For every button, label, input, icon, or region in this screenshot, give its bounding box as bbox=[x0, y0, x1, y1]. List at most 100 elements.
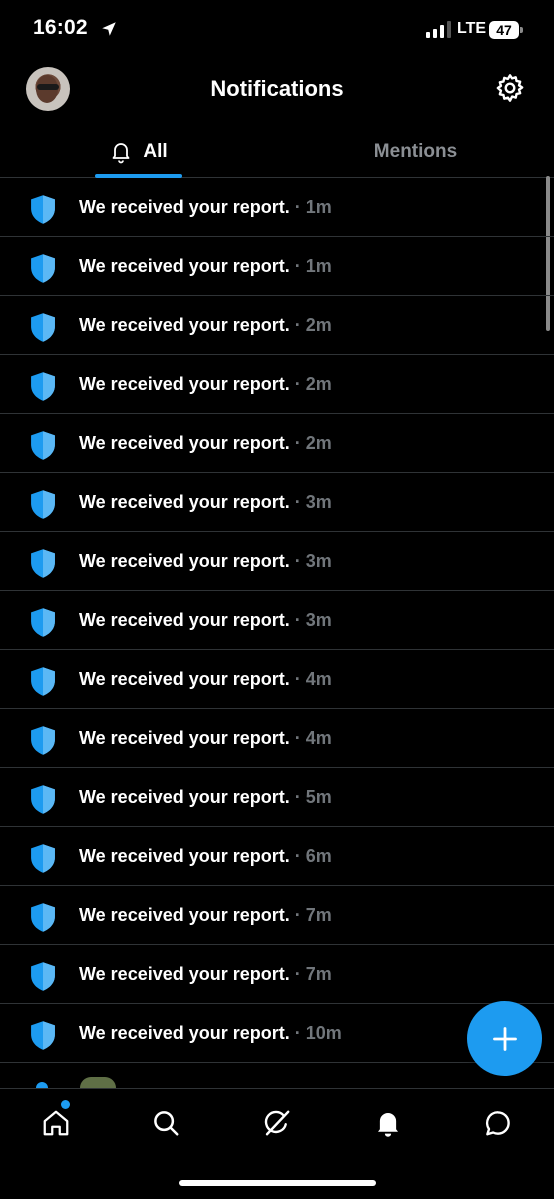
notification-message: We received your report. bbox=[79, 433, 290, 453]
notification-time: 10m bbox=[305, 1023, 342, 1043]
notification-text: We received your report. · 2m bbox=[79, 374, 332, 395]
signal-strength-icon bbox=[426, 21, 451, 38]
battery-level: 47 bbox=[496, 22, 512, 38]
tab-mentions[interactable]: Mentions bbox=[277, 126, 554, 178]
notification-time: 3m bbox=[305, 610, 332, 630]
network-type: LTE bbox=[457, 20, 487, 37]
notification-text: We received your report. · 3m bbox=[79, 492, 332, 513]
notification-row[interactable]: We received your report. · 1m bbox=[0, 178, 554, 237]
notification-row[interactable]: We received your report. · 2m bbox=[0, 296, 554, 355]
location-arrow-icon bbox=[102, 22, 116, 36]
notification-text: We received your report. · 7m bbox=[79, 964, 332, 985]
notification-time: 2m bbox=[305, 433, 332, 453]
shield-icon bbox=[31, 372, 55, 401]
notification-row[interactable]: We received your report. · 3m bbox=[0, 532, 554, 591]
compose-button[interactable] bbox=[467, 1001, 542, 1076]
notification-time: 2m bbox=[305, 374, 332, 394]
battery-icon: 47 bbox=[489, 21, 524, 39]
notification-message: We received your report. bbox=[79, 846, 290, 866]
separator-dot: · bbox=[294, 492, 301, 512]
shield-icon bbox=[31, 667, 55, 696]
notification-text: We received your report. · 5m bbox=[79, 787, 332, 808]
status-bar: 16:02 LTE 47 bbox=[0, 0, 554, 60]
notification-time: 1m bbox=[305, 197, 332, 217]
notification-row[interactable]: We received your report. · 7m bbox=[0, 945, 554, 1004]
shield-icon bbox=[31, 785, 55, 814]
shield-icon bbox=[31, 903, 55, 932]
notification-time: 4m bbox=[305, 728, 332, 748]
notification-text: We received your report. · 2m bbox=[79, 433, 332, 454]
notification-time: 2m bbox=[305, 315, 332, 335]
notification-row[interactable]: We received your report. · 6m bbox=[0, 827, 554, 886]
shield-icon bbox=[31, 962, 55, 991]
shield-icon bbox=[31, 726, 55, 755]
shield-icon bbox=[31, 313, 55, 342]
nav-home[interactable] bbox=[36, 1103, 76, 1143]
notification-text: We received your report. · 3m bbox=[79, 610, 332, 631]
shield-icon bbox=[31, 549, 55, 578]
nav-search[interactable] bbox=[146, 1103, 186, 1143]
notification-row[interactable]: We received your report. · 3m bbox=[0, 591, 554, 650]
home-icon bbox=[43, 1110, 69, 1136]
separator-dot: · bbox=[294, 197, 301, 217]
notification-text: We received your report. · 4m bbox=[79, 669, 332, 690]
notification-message: We received your report. bbox=[79, 492, 290, 512]
separator-dot: · bbox=[294, 551, 301, 571]
notification-row[interactable]: We received your report. · 1m bbox=[0, 237, 554, 296]
notification-message: We received your report. bbox=[79, 197, 290, 217]
notification-text: We received your report. · 4m bbox=[79, 728, 332, 749]
separator-dot: · bbox=[294, 669, 301, 689]
separator-dot: · bbox=[294, 256, 301, 276]
notification-message: We received your report. bbox=[79, 964, 290, 984]
notification-text: We received your report. · 2m bbox=[79, 315, 332, 336]
separator-dot: · bbox=[294, 433, 301, 453]
separator-dot: · bbox=[294, 1023, 301, 1043]
separator-dot: · bbox=[294, 846, 301, 866]
notification-message: We received your report. bbox=[79, 256, 290, 276]
shield-icon bbox=[31, 254, 55, 283]
notification-row[interactable]: We received your report. · 4m bbox=[0, 650, 554, 709]
tab-all[interactable]: All bbox=[0, 126, 277, 178]
tab-all-label: All bbox=[143, 141, 168, 162]
notification-message: We received your report. bbox=[79, 787, 290, 807]
notification-message: We received your report. bbox=[79, 374, 290, 394]
notification-time: 3m bbox=[305, 492, 332, 512]
notification-time: 3m bbox=[305, 551, 332, 571]
notification-text: We received your report. · 3m bbox=[79, 551, 332, 572]
gear-icon[interactable] bbox=[494, 72, 526, 104]
bell-icon bbox=[378, 1113, 398, 1137]
notification-row[interactable]: We received your report. · 2m bbox=[0, 355, 554, 414]
notification-time: 6m bbox=[305, 846, 332, 866]
notification-message: We received your report. bbox=[79, 905, 290, 925]
page-title: Notifications bbox=[210, 76, 344, 101]
nav-grok[interactable] bbox=[257, 1103, 297, 1143]
shield-icon bbox=[31, 431, 55, 460]
separator-dot: · bbox=[294, 374, 301, 394]
notification-time: 1m bbox=[305, 256, 332, 276]
shield-icon bbox=[31, 195, 55, 224]
nav-notifications[interactable] bbox=[368, 1103, 408, 1143]
notification-tabs: All Mentions bbox=[0, 126, 554, 178]
shield-icon bbox=[31, 1021, 55, 1050]
notification-text: We received your report. · 6m bbox=[79, 846, 332, 867]
notification-row[interactable]: We received your report. · 3m bbox=[0, 473, 554, 532]
shield-icon bbox=[31, 844, 55, 873]
nav-messages[interactable] bbox=[478, 1103, 518, 1143]
separator-dot: · bbox=[294, 728, 301, 748]
notification-row[interactable]: We received your report. · 5m bbox=[0, 768, 554, 827]
notification-message: We received your report. bbox=[79, 728, 290, 748]
notification-list: We received your report. · 1m We received y… bbox=[0, 178, 554, 1063]
bell-icon bbox=[112, 143, 130, 164]
separator-dot: · bbox=[294, 905, 301, 925]
home-indicator[interactable] bbox=[179, 1180, 376, 1186]
notification-row[interactable]: We received your report. · 4m bbox=[0, 709, 554, 768]
notification-message: We received your report. bbox=[79, 551, 290, 571]
grok-icon bbox=[264, 1110, 290, 1136]
notification-row[interactable]: We received your report. · 2m bbox=[0, 414, 554, 473]
partial-avatar[interactable] bbox=[80, 1077, 116, 1088]
shield-icon bbox=[31, 608, 55, 637]
tab-mentions-label: Mentions bbox=[373, 141, 458, 162]
status-time: 16:02 bbox=[33, 16, 88, 39]
notification-row[interactable]: We received your report. · 7m bbox=[0, 886, 554, 945]
notification-text: We received your report. · 7m bbox=[79, 905, 332, 926]
